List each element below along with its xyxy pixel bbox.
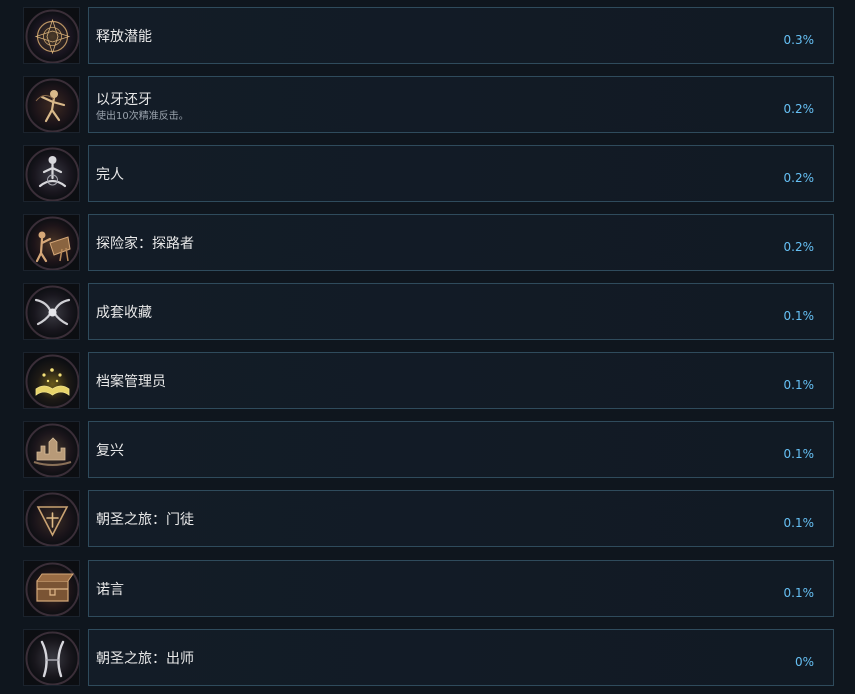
achievement-row[interactable]: 释放潜能 0.3% xyxy=(0,7,855,69)
unlock-percent: 0% xyxy=(794,655,814,669)
unlock-percent: 0.1% xyxy=(783,309,815,323)
achievement-title: 完人 xyxy=(96,167,124,183)
achievement-panel: 成套收藏 0.1% xyxy=(88,283,834,340)
unlock-percent: 0.3% xyxy=(783,33,815,47)
achievement-row[interactable]: 完人 0.2% xyxy=(0,145,855,207)
achievement-title: 成套收藏 xyxy=(96,305,152,321)
unlock-percent: 0.2% xyxy=(783,102,815,116)
achievement-row[interactable]: 朝圣之旅：门徒 0.1% xyxy=(0,490,855,552)
glowing-book-icon xyxy=(23,352,80,409)
meditating-figure-icon xyxy=(23,145,80,202)
achievement-panel: 释放潜能 0.3% xyxy=(88,7,834,64)
achievement-row[interactable]: 诺言 0.1% xyxy=(0,560,855,622)
achievement-panel: 完人 0.2% xyxy=(88,145,834,202)
achievement-panel: 复兴 0.1% xyxy=(88,421,834,478)
achievement-row[interactable]: 成套收藏 0.1% xyxy=(0,283,855,345)
achievement-title: 释放潜能 xyxy=(96,29,152,45)
achievement-title: 以牙还牙 xyxy=(96,92,152,108)
achievement-title: 朝圣之旅：出师 xyxy=(96,651,194,667)
achievement-panel: 诺言 0.1% xyxy=(88,560,834,617)
hands-collection-icon xyxy=(23,283,80,340)
achievement-row[interactable]: 以牙还牙 使出10次精准反击。 0.2% xyxy=(0,76,855,138)
achievement-title: 诺言 xyxy=(96,582,124,598)
unlock-percent: 0.1% xyxy=(783,586,815,600)
pilgrim-triangle-icon xyxy=(23,490,80,547)
rune-circle-icon xyxy=(23,7,80,64)
achievement-title: 档案管理员 xyxy=(96,374,166,390)
achievement-title: 朝圣之旅：门徒 xyxy=(96,512,194,528)
explorer-telescope-icon xyxy=(23,214,80,271)
crossed-blades-icon xyxy=(23,629,80,686)
achievement-row[interactable]: 探险家：探路者 0.2% xyxy=(0,214,855,276)
achievement-list: 释放潜能 0.3% 以牙还牙 使出10次精准反击。 0.2% 完人 0.2% 探… xyxy=(0,0,855,694)
unlock-percent: 0.1% xyxy=(783,378,815,392)
achievement-panel: 以牙还牙 使出10次精准反击。 0.2% xyxy=(88,76,834,133)
achievement-row[interactable]: 朝圣之旅：出师 0% xyxy=(0,629,855,691)
unlock-percent: 0.2% xyxy=(783,171,815,185)
treasure-chest-icon xyxy=(23,560,80,617)
unlock-percent: 0.1% xyxy=(783,516,815,530)
achievement-panel: 档案管理员 0.1% xyxy=(88,352,834,409)
achievement-panel: 探险家：探路者 0.2% xyxy=(88,214,834,271)
achievement-panel: 朝圣之旅：出师 0% xyxy=(88,629,834,686)
unlock-percent: 0.2% xyxy=(783,240,815,254)
achievement-title: 探险家：探路者 xyxy=(96,236,194,252)
achievement-row[interactable]: 档案管理员 0.1% xyxy=(0,352,855,414)
achievement-panel: 朝圣之旅：门徒 0.1% xyxy=(88,490,834,547)
achievement-row[interactable]: 复兴 0.1% xyxy=(0,421,855,483)
dancing-figure-icon xyxy=(23,76,80,133)
achievement-title: 复兴 xyxy=(96,443,124,459)
achievement-description: 使出10次精准反击。 xyxy=(96,111,189,122)
ruined-city-icon xyxy=(23,421,80,478)
unlock-percent: 0.1% xyxy=(783,447,815,461)
